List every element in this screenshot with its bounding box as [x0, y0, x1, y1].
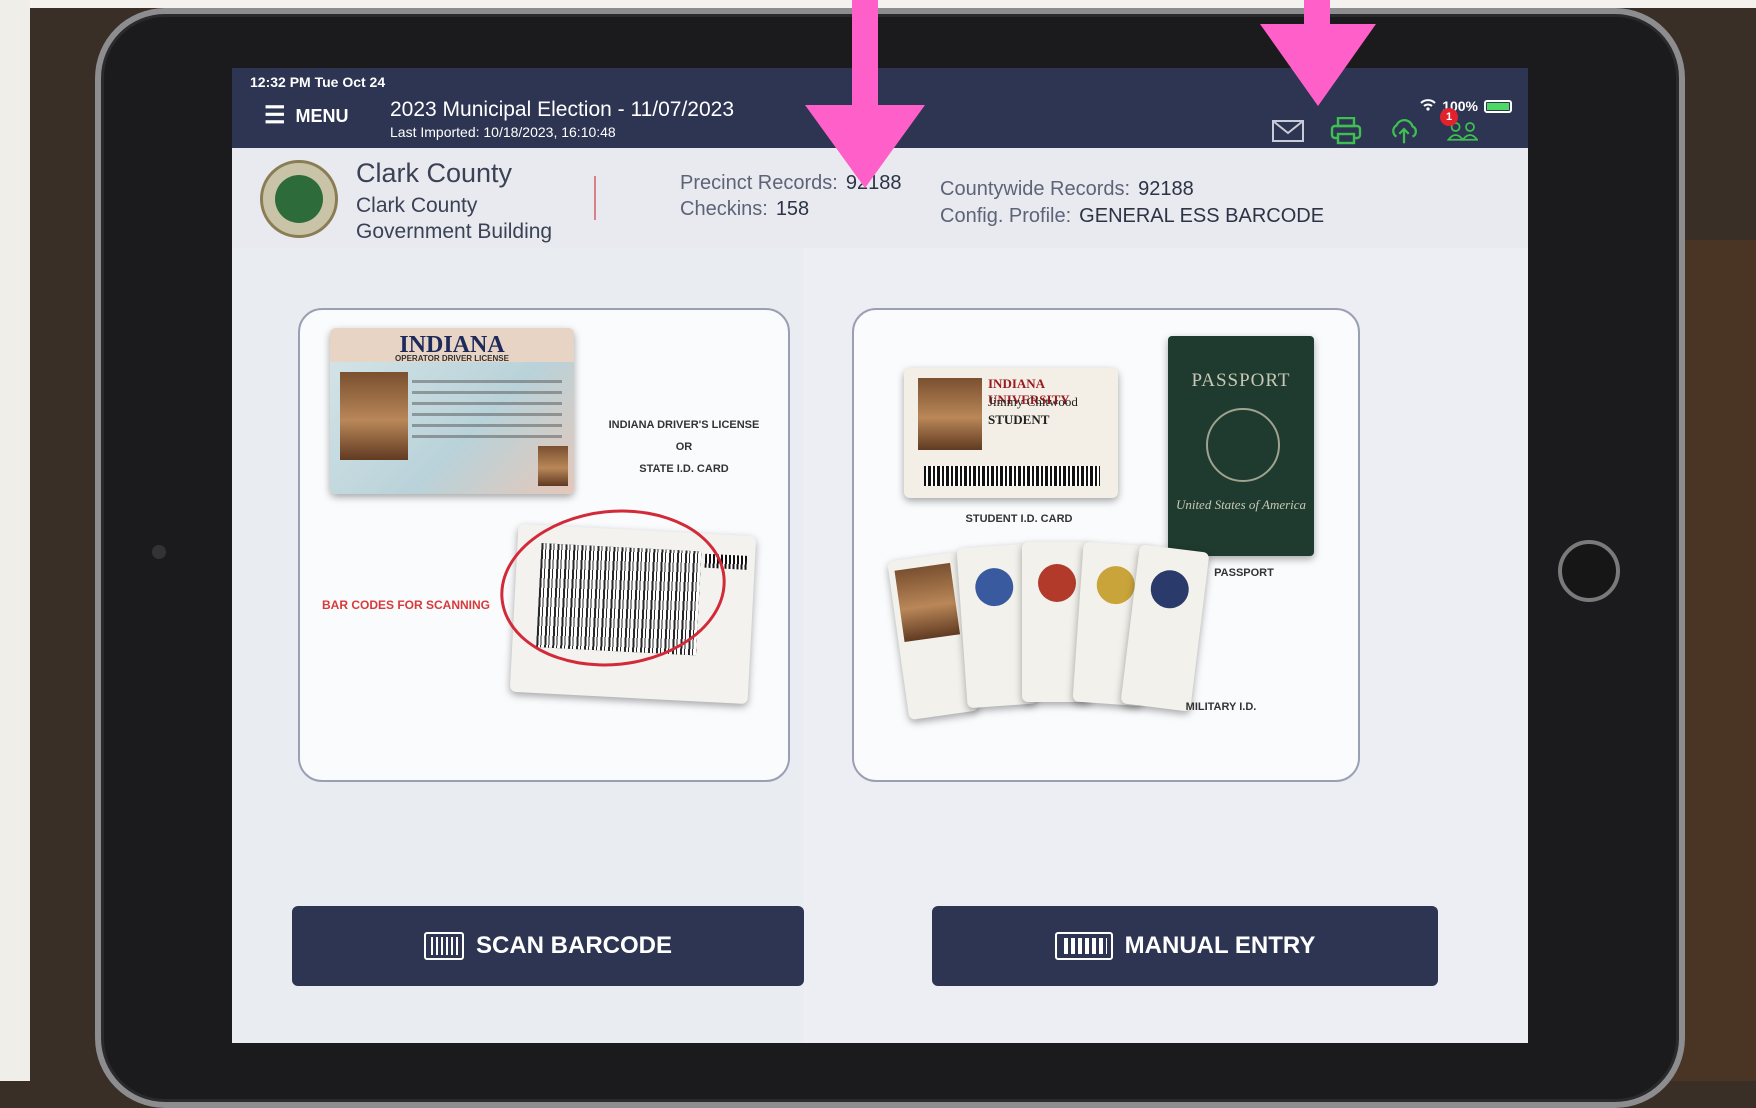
countywide-records-label: Countywide Records:: [940, 178, 1131, 200]
scan-barcode-button[interactable]: SCAN BARCODE: [292, 906, 804, 986]
config-profile-label: Config. Profile:: [940, 205, 1072, 227]
countywide-records-value: 92188: [1138, 178, 1194, 200]
notification-badge: 1: [1440, 108, 1458, 126]
barcode-note: BAR CODES FOR SCANNING: [322, 598, 491, 612]
annotation-arrow-down-icon-2: [1260, 0, 1376, 106]
battery-icon: [1484, 99, 1512, 113]
checkins: Checkins: 158: [680, 198, 809, 221]
tablet-screen: 12:32 PM Tue Oct 24 100% ☰ MENU 2023 Mun…: [232, 68, 1528, 1043]
printer-icon[interactable]: [1330, 117, 1362, 145]
passport-title: PASSPORT: [1191, 370, 1291, 391]
eagle-seal-icon: [1206, 408, 1280, 482]
student-photo: [918, 378, 982, 450]
info-divider: [594, 176, 596, 220]
cloud-upload-icon[interactable]: [1388, 118, 1420, 144]
license-photo: [340, 372, 408, 460]
status-time: 12:32 PM Tue Oct 24: [250, 74, 386, 90]
license-example-card: INDIANA OPERATOR DRIVER LICENSE INDIANA …: [298, 308, 790, 782]
users-icon[interactable]: 1: [1440, 108, 1478, 144]
license-caption-or: OR: [675, 441, 693, 453]
location-line-3: Government Building: [356, 220, 553, 243]
config-profile: Config. Profile: GENERAL ESS BARCODE: [940, 205, 1324, 228]
county-name: Clark County: [356, 158, 513, 188]
manual-entry-label: MANUAL ENTRY: [1124, 932, 1316, 959]
state-seal-logo: [260, 160, 338, 238]
wifi-icon: [1420, 98, 1436, 114]
license-ghost-photo: [538, 446, 568, 486]
header-toolbar: 1: [1272, 108, 1478, 145]
student-name: Jimmy Chitwood: [988, 394, 1078, 409]
status-indicators: 100%: [1420, 98, 1512, 114]
election-title: 2023 Municipal Election - 11/07/2023: [390, 98, 735, 121]
barcode-icon: [423, 932, 464, 960]
front-camera: [152, 545, 166, 559]
location-line-2: Clark County: [356, 194, 478, 217]
menu-label: MENU: [295, 105, 349, 126]
scan-barcode-label: SCAN BARCODE: [475, 932, 672, 959]
checkins-value: 158: [775, 198, 810, 220]
home-button[interactable]: [1558, 540, 1620, 602]
background-wall-left: [0, 0, 30, 1081]
annotation-arrow-down-icon: [805, 0, 925, 188]
hamburger-icon: ☰: [264, 102, 286, 129]
id-types-card: INDIANA UNIVERSITY Jimmy Chitwood STUDEN…: [852, 308, 1360, 782]
student-caption: STUDENT I.D. CARD: [965, 513, 1073, 525]
checkins-label: Checkins:: [680, 198, 768, 220]
license-caption-line-2: STATE I.D. CARD: [639, 463, 729, 475]
passport-image: PASSPORT United States of America: [1168, 336, 1314, 556]
student-id-image: INDIANA UNIVERSITY Jimmy Chitwood STUDEN…: [904, 368, 1118, 498]
passport-country: United States of America: [1175, 497, 1307, 512]
license-caption-line-1: INDIANA DRIVER'S LICENSE: [608, 419, 760, 431]
license-type: OPERATOR DRIVER LICENSE: [395, 354, 509, 363]
last-imported: Last Imported: 10/18/2023, 16:10:48: [390, 124, 616, 140]
drivers-license-front-image: INDIANA OPERATOR DRIVER LICENSE: [330, 328, 574, 494]
student-barcode: [924, 466, 1100, 486]
menu-button[interactable]: ☰ MENU: [264, 104, 349, 128]
manual-entry-button[interactable]: MANUAL ENTRY: [932, 906, 1438, 986]
student-role: STUDENT: [988, 412, 1050, 427]
military-caption: MILITARY I.D.: [1185, 701, 1257, 713]
countywide-records: Countywide Records: 92188: [940, 178, 1194, 201]
license-caption: INDIANA DRIVER'S LICENSE OR STATE I.D. C…: [596, 414, 772, 480]
config-profile-value: GENERAL ESS BARCODE: [1079, 205, 1325, 227]
mail-icon[interactable]: [1272, 118, 1304, 144]
keyboard-icon: [1054, 932, 1113, 960]
